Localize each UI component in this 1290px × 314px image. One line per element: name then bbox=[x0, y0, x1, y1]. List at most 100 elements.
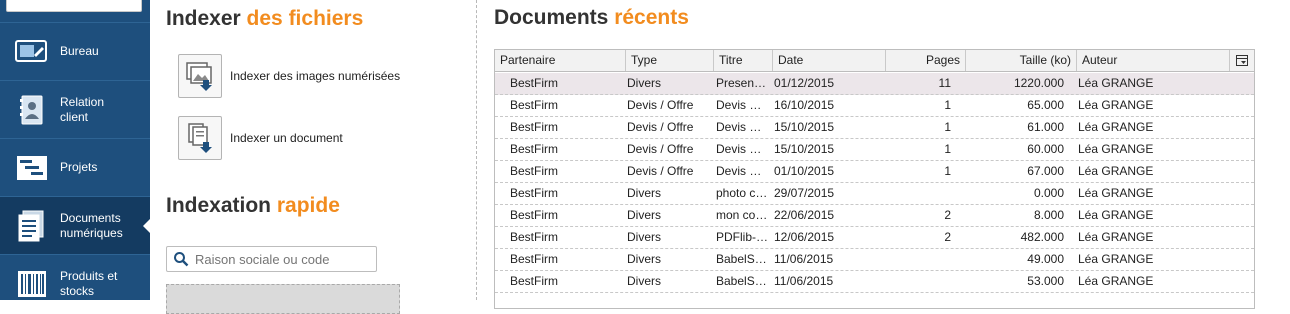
cell-titre: photo c… bbox=[716, 186, 768, 200]
document-icon bbox=[15, 210, 49, 241]
cell-titre: Devis … bbox=[716, 98, 762, 112]
sidebar-item-documents-numeriques[interactable]: Documents numériques bbox=[0, 196, 150, 254]
search-icon bbox=[174, 252, 189, 267]
title-main: Indexer bbox=[166, 7, 241, 30]
cell-partenaire: BestFirm bbox=[510, 186, 558, 200]
column-header-taille[interactable]: Taille (ko) bbox=[966, 50, 1077, 71]
sidebar-item-projets[interactable]: Projets bbox=[0, 138, 150, 196]
cell-titre: Devis … bbox=[716, 142, 762, 156]
table-row[interactable]: BestFirm Divers photo c… 29/07/2015 0.000 Léa… bbox=[495, 183, 1254, 205]
cell-titre: mon co… bbox=[716, 208, 768, 222]
cell-taille: 0.000 bbox=[1033, 186, 1064, 200]
cell-auteur: Léa GRANGE bbox=[1078, 120, 1154, 134]
quick-search-input[interactable] bbox=[195, 251, 365, 267]
cell-titre: Devis … bbox=[716, 164, 762, 178]
cell-taille: 61.000 bbox=[1027, 120, 1064, 134]
cell-type: Divers bbox=[627, 76, 662, 90]
cell-pages: 11 bbox=[938, 76, 951, 90]
cell-auteur: Léa GRANGE bbox=[1078, 98, 1154, 112]
contact-book-icon bbox=[15, 95, 49, 125]
cell-pages: 1 bbox=[944, 120, 951, 134]
cell-auteur: Léa GRANGE bbox=[1078, 252, 1154, 266]
cell-type: Devis / Offre bbox=[627, 164, 694, 178]
cell-date: 16/10/2015 bbox=[774, 98, 835, 112]
quick-search-field[interactable] bbox=[166, 246, 377, 272]
column-menu-icon bbox=[1236, 55, 1248, 66]
gantt-chart-icon bbox=[15, 153, 49, 183]
cell-date: 12/06/2015 bbox=[774, 230, 835, 244]
cell-partenaire: BestFirm bbox=[510, 142, 558, 156]
sidebar-item-produits-stocks[interactable]: Produits et stocks bbox=[0, 254, 150, 312]
panel-divider bbox=[476, 0, 477, 300]
cell-taille: 49.000 bbox=[1027, 252, 1064, 266]
cell-date: 29/07/2015 bbox=[774, 186, 835, 200]
cell-auteur: Léa GRANGE bbox=[1078, 164, 1154, 178]
cell-taille: 53.000 bbox=[1027, 274, 1064, 288]
column-chooser-button[interactable] bbox=[1230, 50, 1254, 71]
cell-pages: 1 bbox=[944, 142, 951, 156]
sidebar-item-bureau[interactable]: Bureau bbox=[0, 22, 150, 80]
table-row[interactable]: BestFirm Devis / Offre Devis … 15/10/2015 1 6… bbox=[495, 139, 1254, 161]
cell-taille: 482.000 bbox=[1020, 230, 1064, 244]
drop-zone[interactable] bbox=[166, 284, 400, 314]
index-document-action[interactable]: Indexer un document bbox=[178, 116, 343, 160]
cell-type: Divers bbox=[627, 274, 662, 288]
column-header-titre[interactable]: Titre bbox=[714, 50, 773, 71]
sidebar-item-label: Documents numériques bbox=[60, 210, 123, 240]
sidebar-item-relation-client[interactable]: Relation client bbox=[0, 80, 150, 138]
cell-date: 15/10/2015 bbox=[774, 142, 835, 156]
cell-auteur: Léa GRANGE bbox=[1078, 76, 1154, 90]
column-header-type[interactable]: Type bbox=[626, 50, 714, 71]
table-row[interactable]: BestFirm Devis / Offre Devis … 01/10/2015 1 6… bbox=[495, 161, 1254, 183]
cell-auteur: Léa GRANGE bbox=[1078, 208, 1154, 222]
column-header-date[interactable]: Date bbox=[773, 50, 886, 71]
cell-pages: 1 bbox=[944, 164, 951, 178]
column-header-auteur[interactable]: Auteur bbox=[1077, 50, 1230, 71]
cell-auteur: Léa GRANGE bbox=[1078, 274, 1154, 288]
column-header-pages[interactable]: Pages bbox=[886, 50, 966, 71]
cell-titre: PDFlib-… bbox=[716, 230, 769, 244]
table-row[interactable]: BestFirm Divers BabelS… 11/06/2015 53.000 Léa… bbox=[495, 271, 1254, 293]
cell-type: Devis / Offre bbox=[627, 142, 694, 156]
index-panel: Indexer des fichiers Indexer des images … bbox=[150, 0, 476, 314]
cell-taille: 65.000 bbox=[1027, 98, 1064, 112]
cell-type: Devis / Offre bbox=[627, 120, 694, 134]
sidebar-search-input[interactable] bbox=[6, 0, 142, 12]
sidebar-item-label: Produits et stocks bbox=[60, 268, 118, 298]
table-header: Partenaire Type Titre Date Pages Taille … bbox=[495, 50, 1254, 72]
cell-titre: BabelS… bbox=[716, 274, 767, 288]
cell-partenaire: BestFirm bbox=[510, 230, 558, 244]
cell-date: 22/06/2015 bbox=[774, 208, 835, 222]
recent-documents-table: Partenaire Type Titre Date Pages Taille … bbox=[494, 49, 1255, 309]
cell-titre: BabelS… bbox=[716, 252, 767, 266]
index-images-label: Indexer des images numérisées bbox=[230, 69, 401, 83]
table-row[interactable]: BestFirm Devis / Offre Devis … 16/10/2015 1 6… bbox=[495, 95, 1254, 117]
cell-pages: 1 bbox=[944, 98, 951, 112]
sidebar: Bureau Relation client Projets Documents… bbox=[0, 0, 150, 300]
table-row[interactable]: BestFirm Divers BabelS… 11/06/2015 49.000 Léa… bbox=[495, 249, 1254, 271]
index-images-action[interactable]: Indexer des images numérisées bbox=[178, 54, 400, 98]
active-indicator bbox=[143, 218, 150, 233]
table-row[interactable]: BestFirm Devis / Offre Devis … 15/10/2015 1 6… bbox=[495, 117, 1254, 139]
column-header-partenaire[interactable]: Partenaire bbox=[495, 50, 626, 71]
title-accent: récents bbox=[614, 6, 689, 29]
cell-taille: 60.000 bbox=[1027, 142, 1064, 156]
cell-pages: 2 bbox=[944, 208, 951, 222]
table-row[interactable]: BestFirm Divers Presen… 01/12/2015 11 1220.00… bbox=[495, 73, 1254, 95]
cell-partenaire: BestFirm bbox=[510, 252, 558, 266]
sidebar-item-label: Projets bbox=[60, 160, 98, 174]
cell-auteur: Léa GRANGE bbox=[1078, 230, 1154, 244]
table-row[interactable]: BestFirm Divers PDFlib-… 12/06/2015 2 482.000… bbox=[495, 227, 1254, 249]
sidebar-item-label: Bureau bbox=[60, 44, 99, 58]
cell-pages bbox=[886, 249, 951, 270]
cell-pages bbox=[886, 271, 951, 292]
index-images-button[interactable] bbox=[178, 54, 222, 98]
table-row[interactable]: BestFirm Divers mon co… 22/06/2015 2 8.000 Léa… bbox=[495, 205, 1254, 227]
cell-auteur: Léa GRANGE bbox=[1078, 142, 1154, 156]
title-accent: rapide bbox=[276, 194, 340, 217]
desktop-icon bbox=[15, 37, 49, 67]
recent-documents-title: Documents récents bbox=[494, 6, 689, 30]
cell-date: 11/06/2015 bbox=[774, 252, 834, 266]
cell-partenaire: BestFirm bbox=[510, 208, 558, 222]
index-document-button[interactable] bbox=[178, 116, 222, 160]
